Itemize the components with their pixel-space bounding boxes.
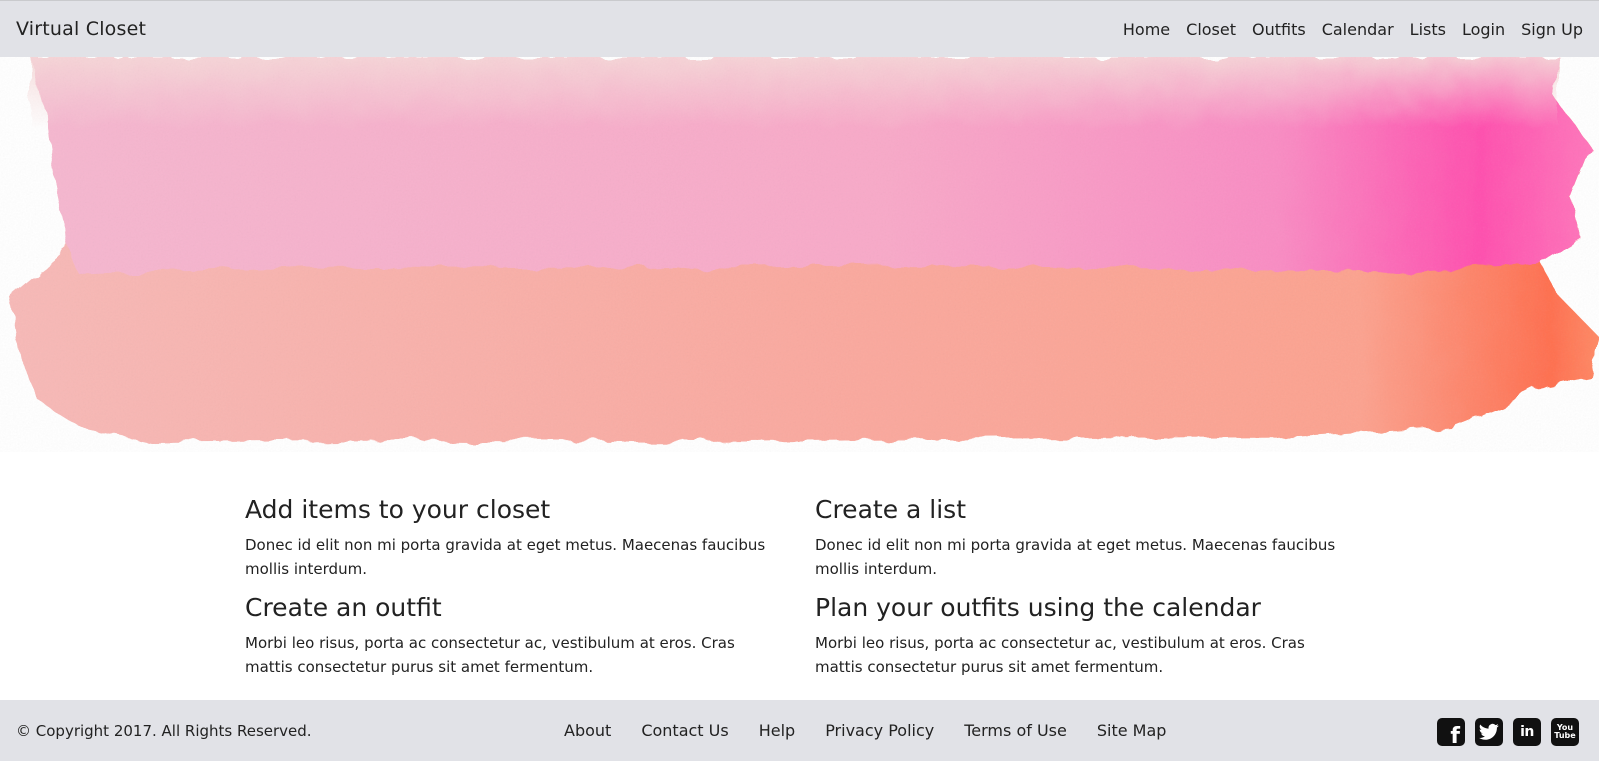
- footer-link-about[interactable]: About: [564, 721, 611, 740]
- feature-plan-calendar: Plan your outfits using the calendar Mor…: [815, 593, 1355, 679]
- nav-links: Home Closet Outfits Calendar Lists Login…: [1107, 20, 1583, 39]
- feature-title: Create a list: [815, 495, 967, 524]
- footer-link-contact[interactable]: Contact Us: [641, 721, 728, 740]
- linkedin-icon[interactable]: in: [1513, 718, 1541, 746]
- feature-text: Morbi leo risus, porta ac consectetur ac…: [815, 634, 1305, 676]
- footer-link-help[interactable]: Help: [759, 721, 795, 740]
- feature-create-outfit: Create an outfit Morbi leo risus, porta …: [245, 593, 815, 679]
- youtube-glyph-bottom: Tube: [1554, 731, 1576, 740]
- feature-text: Donec id elit non mi porta gravida at eg…: [245, 536, 766, 578]
- hero-watercolor-banner: [0, 57, 1599, 452]
- footer: © Copyright 2017. All Rights Reserved. A…: [0, 700, 1599, 761]
- feature-create-list: Create a list Donec id elit non mi porta…: [815, 495, 1355, 581]
- nav-signup[interactable]: Sign Up: [1521, 20, 1583, 39]
- twitter-icon[interactable]: [1475, 718, 1503, 746]
- nav-calendar[interactable]: Calendar: [1322, 20, 1394, 39]
- linkedin-glyph: in: [1520, 724, 1534, 740]
- youtube-icon[interactable]: You Tube: [1551, 718, 1579, 746]
- social-links: f in You Tube: [1437, 718, 1579, 746]
- navbar: Virtual Closet Home Closet Outfits Calen…: [0, 0, 1599, 57]
- feature-add-items: Add items to your closet Donec id elit n…: [245, 495, 815, 581]
- footer-link-privacy[interactable]: Privacy Policy: [825, 721, 934, 740]
- nav-outfits[interactable]: Outfits: [1252, 20, 1306, 39]
- feature-text: Morbi leo risus, porta ac consectetur ac…: [245, 634, 735, 676]
- footer-link-sitemap[interactable]: Site Map: [1097, 721, 1167, 740]
- watercolor-image: [0, 57, 1599, 452]
- copyright-text: © Copyright 2017. All Rights Reserved.: [16, 721, 312, 740]
- feature-title: Plan your outfits using the calendar: [815, 593, 1261, 622]
- nav-home[interactable]: Home: [1123, 20, 1170, 39]
- twitter-bird-glyph: [1479, 723, 1499, 740]
- footer-links: About Contact Us Help Privacy Policy Ter…: [564, 721, 1196, 740]
- brand-link[interactable]: Virtual Closet: [16, 18, 146, 40]
- features-section: Add items to your closet Donec id elit n…: [245, 495, 1355, 679]
- facebook-icon[interactable]: f: [1437, 718, 1465, 746]
- nav-lists[interactable]: Lists: [1410, 20, 1446, 39]
- feature-title: Add items to your closet: [245, 495, 551, 524]
- nav-closet[interactable]: Closet: [1186, 20, 1236, 39]
- nav-login[interactable]: Login: [1462, 20, 1505, 39]
- feature-title: Create an outfit: [245, 593, 442, 622]
- feature-text: Donec id elit non mi porta gravida at eg…: [815, 536, 1336, 578]
- facebook-glyph: f: [1450, 724, 1460, 746]
- footer-link-terms[interactable]: Terms of Use: [964, 721, 1067, 740]
